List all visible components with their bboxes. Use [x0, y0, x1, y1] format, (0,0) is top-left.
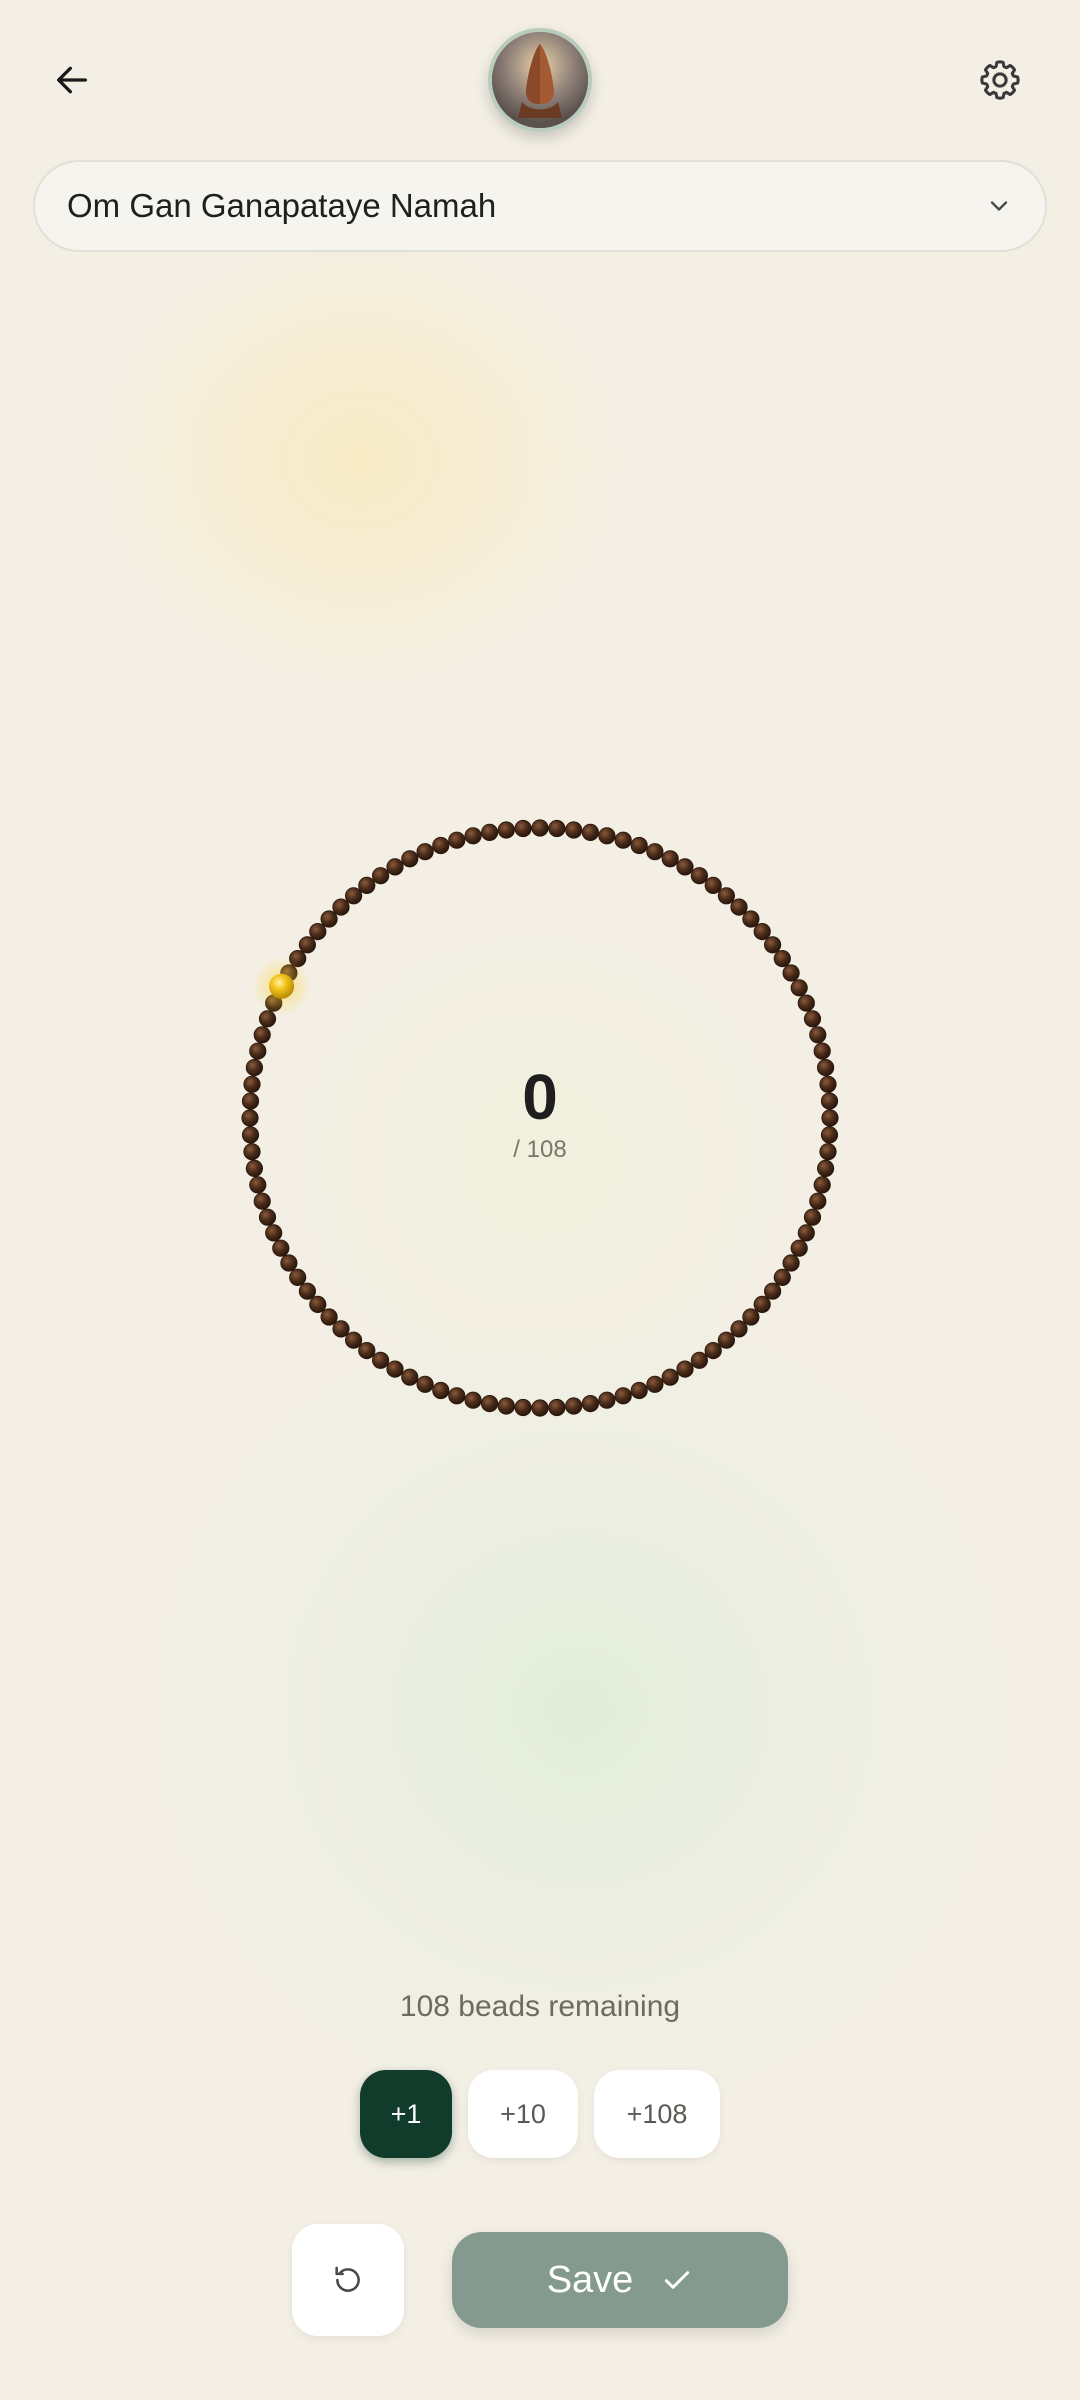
mala-bead [309, 922, 327, 941]
mala-bead [280, 964, 298, 982]
count-total: / 108 [513, 1136, 567, 1163]
mala-bead [704, 876, 722, 895]
mala-bead [448, 831, 466, 849]
mala-bead [245, 1059, 263, 1077]
mala-bead [358, 876, 376, 895]
mala-bead [790, 979, 808, 997]
mala-bead [253, 1026, 271, 1044]
current-bead-marker [269, 973, 295, 999]
mala-bead [820, 1126, 839, 1144]
mala-bead [742, 910, 760, 928]
mala-bead [497, 821, 515, 839]
mala-bead [565, 821, 583, 839]
mala-bead [797, 994, 815, 1012]
mala-bead [753, 922, 771, 941]
mala-bead [820, 1092, 839, 1110]
mala-bead [241, 1092, 260, 1110]
mala-bead [690, 867, 709, 885]
settings-button[interactable] [964, 44, 1036, 116]
mala-bead [514, 819, 532, 838]
mala-bead [717, 887, 736, 905]
mala-bead [480, 823, 499, 842]
mala-bead [813, 1042, 831, 1060]
mala-bead [581, 823, 600, 842]
mala-bead [258, 1010, 277, 1028]
mala-bead [548, 819, 566, 838]
mala-bead [614, 831, 632, 849]
increment-10-button[interactable]: +10 [468, 2070, 578, 2158]
mala-bead [289, 949, 307, 968]
background-glow-top [80, 220, 640, 700]
count-value: 0 [522, 1061, 558, 1133]
mala-bead [819, 1143, 837, 1161]
reset-button[interactable] [292, 2224, 404, 2336]
mala-bead [332, 898, 350, 916]
arrow-left-icon [57, 66, 88, 94]
mala-bead [630, 836, 648, 855]
mala-bead [320, 910, 338, 928]
mala-bead [432, 836, 450, 855]
mala-bead [386, 858, 404, 876]
save-label: Save [546, 2258, 634, 2301]
check-icon [665, 2271, 690, 2289]
mala-bead [243, 1075, 261, 1093]
mala-bead [344, 887, 363, 905]
back-button[interactable] [36, 44, 108, 116]
current-bead-glow [251, 956, 312, 1017]
mala-bead [819, 1075, 837, 1093]
mala-bead [730, 898, 748, 916]
mala-bead [661, 850, 679, 868]
beads-remaining-text: 108 beads remaining [399, 1990, 681, 2023]
mantra-dropdown[interactable]: Om Gan Ganapataye Namah [33, 160, 1047, 252]
mala-bead [821, 1109, 839, 1127]
mala-bead [265, 994, 283, 1012]
increment-1-button[interactable]: +1 [360, 2070, 452, 2158]
mantra-selected-label: Om Gan Ganapataye Namah [67, 187, 497, 224]
mala-bead [676, 858, 694, 876]
mala-bead [782, 964, 800, 982]
reset-icon [335, 2266, 360, 2292]
increment-108-button[interactable]: +108 [594, 2070, 720, 2158]
mala-bead [416, 843, 434, 861]
mala-bead [298, 936, 316, 954]
mala-bead [241, 1126, 260, 1144]
mala-bead [371, 867, 390, 885]
mala-bead [241, 1109, 259, 1127]
mala-bead [803, 1010, 822, 1028]
mala-bead [646, 843, 664, 861]
avatar[interactable] [488, 28, 592, 132]
mala-bead [401, 850, 419, 868]
gear-icon [980, 60, 1020, 100]
mala-bead [464, 827, 482, 845]
mala-bead [816, 1059, 835, 1077]
mala-bead [243, 1143, 261, 1161]
mala-bead [763, 936, 782, 954]
chevron-down-icon [983, 190, 1015, 222]
mala-bead [531, 819, 549, 837]
mala-bead [773, 949, 791, 968]
mala-bead [598, 827, 616, 845]
praying-hands-image [492, 32, 588, 128]
mala-bead [809, 1026, 827, 1044]
mala-bead [249, 1042, 267, 1060]
save-button[interactable]: Save [452, 2232, 788, 2328]
